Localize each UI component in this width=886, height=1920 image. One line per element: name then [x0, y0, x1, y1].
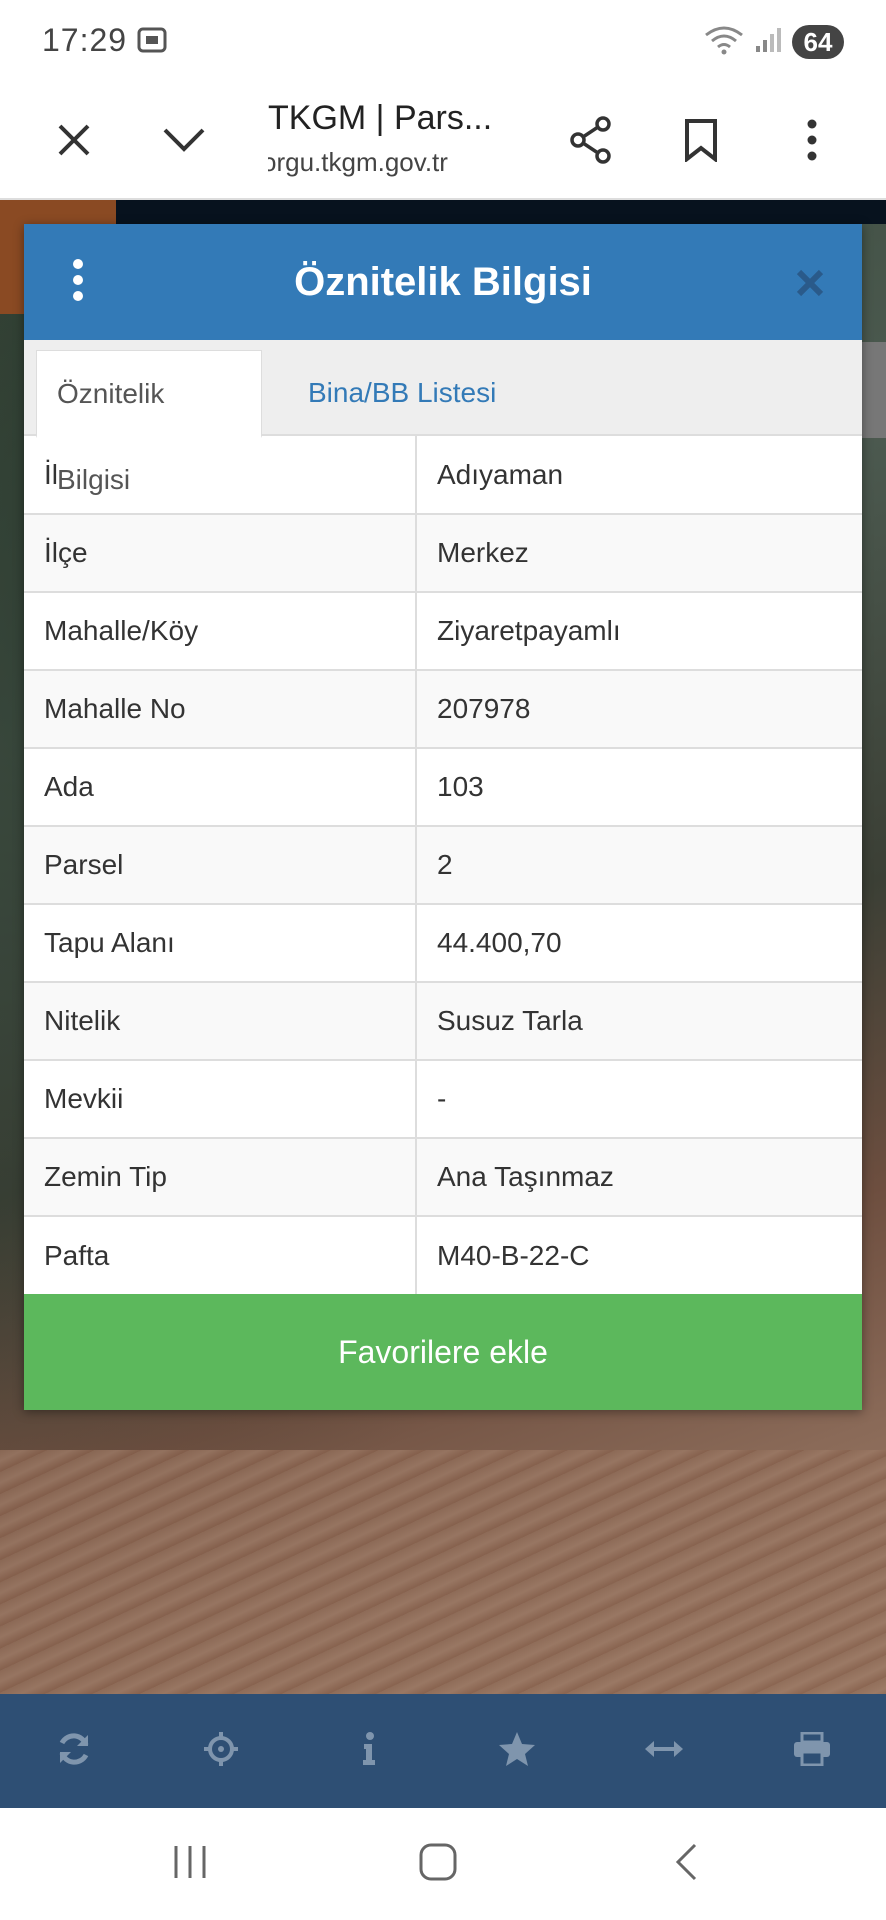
crosshair-icon — [203, 1731, 239, 1772]
page-title-area[interactable]: TKGM | Pars... orgu.tkgm.gov.tr — [268, 94, 518, 190]
page-title: TKGM | Pars... — [268, 99, 493, 137]
recent-apps-button[interactable] — [150, 1832, 230, 1896]
table-row: Mahalle/Köy Ziyaretpayamlı — [24, 592, 862, 671]
modal-close-button[interactable] — [782, 254, 838, 310]
attr-key: Nitelik — [24, 982, 417, 1061]
map-top-bar — [116, 200, 886, 224]
browser-toolbar: TKGM | Pars... orgu.tkgm.gov.tr — [0, 84, 886, 200]
chevron-down-icon — [162, 126, 206, 159]
status-bar: 17:29 64 — [0, 0, 886, 84]
screenshot-icon — [136, 24, 168, 56]
close-tab-button[interactable] — [38, 106, 110, 178]
signal-icon — [754, 26, 782, 59]
info-icon — [361, 1731, 377, 1771]
add-favorite-button[interactable]: Favorilere ekle — [24, 1294, 862, 1410]
table-row: Parsel 2 — [24, 826, 862, 905]
modal-header: Öznitelik Bilgisi — [24, 224, 862, 340]
more-vertical-icon — [806, 118, 818, 167]
share-icon — [569, 115, 613, 169]
attr-key: Mahalle/Köy — [24, 592, 417, 671]
home-icon — [418, 1842, 458, 1887]
attr-value: - — [416, 1060, 862, 1139]
measure-icon — [644, 1739, 684, 1764]
table-row: Mevkii - — [24, 1060, 862, 1139]
attr-key: İlçe — [24, 514, 417, 593]
attr-value: 103 — [416, 748, 862, 827]
attr-value: M40-B-22-C — [437, 1239, 590, 1271]
refresh-button[interactable] — [34, 1711, 114, 1791]
back-icon — [673, 1842, 699, 1887]
star-icon — [498, 1731, 536, 1772]
attr-value: 207978 — [416, 670, 862, 749]
home-button[interactable] — [398, 1832, 478, 1896]
modal-menu-button[interactable] — [52, 252, 104, 312]
attr-value: Ana Taşınmaz — [416, 1138, 862, 1217]
attr-key: Ada — [24, 748, 417, 827]
bookmark-button[interactable] — [665, 106, 737, 178]
table-row: Ada 103 — [24, 748, 862, 827]
back-button[interactable] — [646, 1832, 726, 1896]
attr-key: Tapu Alanı — [24, 904, 417, 983]
table-row: İlçe Merkez — [24, 514, 862, 593]
attr-key: Pafta — [24, 1216, 417, 1294]
map-field-texture — [0, 1450, 886, 1694]
attr-key: Mahalle No — [24, 670, 417, 749]
table-row: İl Adıyaman — [24, 436, 862, 515]
attr-value: Adıyaman — [416, 436, 862, 515]
attribute-table: İl Adıyaman İlçe Merkez Mahalle/Köy Ziya… — [24, 436, 862, 1294]
modal-title: Öznitelik Bilgisi — [294, 260, 592, 304]
attr-value: Susuz Tarla — [416, 982, 862, 1061]
measure-button[interactable] — [624, 1711, 704, 1791]
bookmark-icon — [684, 118, 718, 167]
attr-value: 2 — [416, 826, 862, 905]
map-toolbar — [0, 1694, 886, 1808]
attribute-modal: Öznitelik Bilgisi Öznitelik Bilgisi Bina… — [24, 224, 862, 1410]
status-time: 17:29 — [42, 22, 128, 58]
share-button[interactable] — [555, 106, 627, 178]
map-side-handle — [862, 342, 886, 438]
attr-key: İl — [24, 436, 417, 515]
table-row: Tapu Alanı 44.400,70 — [24, 904, 862, 983]
status-icons: 64 — [704, 24, 844, 60]
tab-attribute-info[interactable]: Öznitelik Bilgisi — [36, 350, 262, 495]
page-url: orgu.tkgm.gov.tr — [268, 147, 448, 177]
tab-building-list[interactable]: Bina/BB Listesi — [288, 350, 516, 438]
system-nav-bar — [0, 1808, 886, 1920]
print-button[interactable] — [772, 1711, 852, 1791]
minimize-button[interactable] — [148, 106, 220, 178]
attr-value: 44.400,70 — [416, 904, 862, 983]
table-row: Mahalle No 207978 — [24, 670, 862, 749]
table-row: Pafta M40-B-22-C — [24, 1216, 862, 1294]
print-icon — [793, 1731, 831, 1771]
table-row: Nitelik Susuz Tarla — [24, 982, 862, 1061]
battery-indicator: 64 — [792, 25, 844, 59]
refresh-icon — [56, 1731, 92, 1772]
locate-button[interactable] — [181, 1711, 261, 1791]
more-options-button[interactable] — [776, 106, 848, 178]
more-vertical-icon — [71, 258, 85, 307]
close-icon — [795, 255, 825, 310]
attr-value: Ziyaretpayamlı — [416, 592, 862, 671]
attr-key: Mevkii — [24, 1060, 417, 1139]
attr-key: Zemin Tip — [24, 1138, 417, 1217]
table-row: Zemin Tip Ana Taşınmaz — [24, 1138, 862, 1217]
modal-tabs: Öznitelik Bilgisi Bina/BB Listesi — [24, 340, 862, 495]
wifi-icon — [704, 25, 744, 60]
attr-key: Parsel — [24, 826, 417, 905]
recent-apps-icon — [170, 1844, 210, 1885]
attr-value: Merkez — [416, 514, 862, 593]
close-icon — [56, 122, 92, 163]
info-button[interactable] — [329, 1711, 409, 1791]
favorites-button[interactable] — [477, 1711, 557, 1791]
